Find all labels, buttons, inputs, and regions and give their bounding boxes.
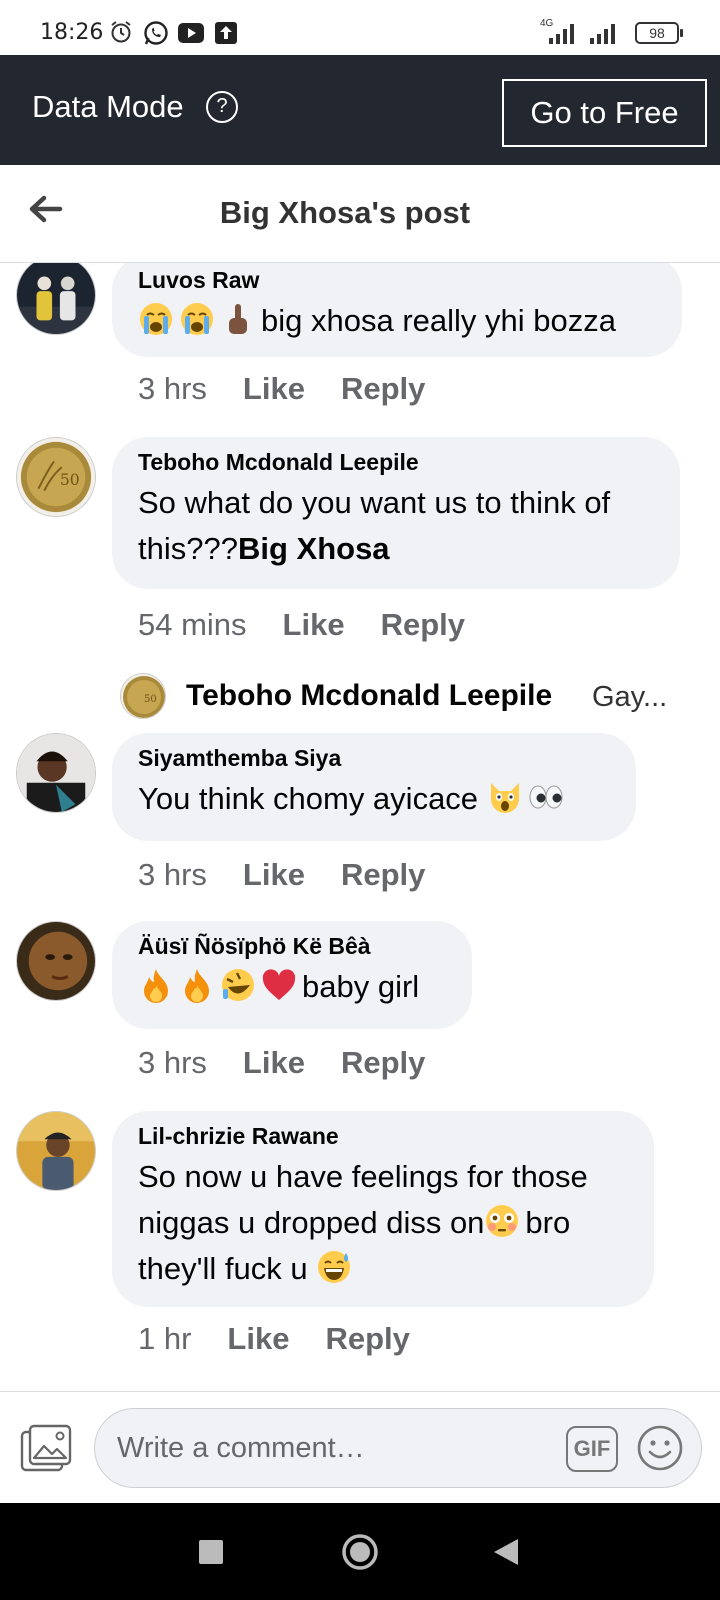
comment-meta: 1 hr Like Reply bbox=[138, 1321, 446, 1357]
eyes-emoji bbox=[529, 785, 563, 809]
comment-time: 54 mins bbox=[138, 607, 247, 642]
rolling-laughing-emoji bbox=[222, 969, 254, 1001]
avatar[interactable] bbox=[16, 733, 96, 813]
help-circle-icon[interactable]: ? bbox=[206, 91, 238, 123]
middle-finger-emoji bbox=[229, 304, 247, 334]
avatar[interactable] bbox=[16, 263, 96, 335]
signal-icon bbox=[549, 24, 574, 44]
photo-icon[interactable] bbox=[20, 1424, 74, 1474]
comment-author[interactable]: Siyamthemba Siya bbox=[138, 745, 610, 772]
comment-time: 3 hrs bbox=[138, 1045, 207, 1080]
data-mode-banner: Data Mode ? Go to Free bbox=[0, 55, 720, 165]
mention-link[interactable]: Big Xhosa bbox=[238, 531, 390, 566]
status-time: 18:26 bbox=[40, 20, 104, 45]
upload-icon bbox=[215, 22, 237, 44]
weary-cat-emoji bbox=[490, 783, 519, 813]
comment-author[interactable]: Luvos Raw bbox=[138, 267, 656, 294]
go-to-free-button[interactable]: Go to Free bbox=[502, 79, 707, 147]
reply-button[interactable]: Reply bbox=[381, 607, 465, 642]
reply-button[interactable]: Reply bbox=[325, 1321, 409, 1356]
comment-bubble[interactable]: Luvos Raw big xhosa really yhi bozza bbox=[112, 263, 682, 357]
page-title: Big Xhosa's post bbox=[219, 195, 471, 230]
alarm-icon bbox=[111, 21, 131, 43]
comment-text-body: baby girl bbox=[302, 969, 420, 1004]
youtube-icon bbox=[178, 23, 204, 43]
comment-text-line: So now u have feelings for those bbox=[138, 1159, 588, 1194]
comment-text: big xhosa really yhi bozza bbox=[138, 298, 656, 344]
comment-author[interactable]: Äüsï Ñösïphö Kë Bêà bbox=[138, 933, 446, 960]
data-mode-label: Data Mode bbox=[32, 89, 184, 124]
reply-button[interactable]: Reply bbox=[341, 1045, 425, 1080]
back-triangle-icon[interactable] bbox=[492, 1537, 520, 1567]
comments-feed[interactable]: Luvos Raw big xhosa really yhi bozza 3 h… bbox=[0, 263, 720, 1391]
reply-preview-row[interactable]: 50 Teboho Mcdonald Leepile Gay... bbox=[120, 673, 680, 723]
comment-bubble[interactable]: Äüsï Ñösïphö Kë Bêà baby girl bbox=[112, 921, 472, 1029]
comment-author[interactable]: Teboho Mcdonald Leepile bbox=[138, 449, 654, 476]
comment-time: 3 hrs bbox=[138, 371, 207, 406]
avatar[interactable]: 50 bbox=[16, 437, 96, 517]
avatar[interactable] bbox=[16, 921, 96, 1001]
grinning-sweat-emoji bbox=[318, 1251, 351, 1283]
fire-emoji bbox=[185, 969, 209, 1003]
comment-meta: 3 hrs Like Reply bbox=[138, 857, 461, 893]
recents-square-icon[interactable] bbox=[198, 1539, 224, 1565]
fire-emoji bbox=[144, 969, 168, 1003]
gif-button[interactable]: GIF bbox=[566, 1426, 618, 1472]
comment-time: 1 hr bbox=[138, 1321, 192, 1356]
comment-text-body: You think chomy ayicace bbox=[138, 781, 479, 816]
whatsapp-icon bbox=[144, 21, 168, 45]
comment-time: 3 hrs bbox=[138, 857, 207, 892]
comment-text-line: bro bbox=[525, 1205, 571, 1240]
comment-meta: 3 hrs Like Reply bbox=[138, 371, 461, 407]
like-button[interactable]: Like bbox=[283, 607, 345, 642]
comment-author[interactable]: Lil-chrizie Rawane bbox=[138, 1123, 628, 1150]
comment-bubble[interactable]: Lil-chrizie Rawane So now u have feeling… bbox=[112, 1111, 654, 1307]
comment-composer: GIF bbox=[0, 1391, 720, 1503]
comment-text-line: this??? bbox=[138, 531, 238, 566]
comment-text-line: So what do you want us to think of bbox=[138, 485, 611, 520]
home-circle-icon[interactable] bbox=[341, 1533, 379, 1571]
comment-text: So what do you want us to think of this?… bbox=[138, 480, 654, 572]
crying-face-emoji bbox=[181, 303, 213, 335]
battery-icon: 98 bbox=[635, 22, 683, 44]
like-button[interactable]: Like bbox=[243, 857, 305, 892]
red-heart-emoji bbox=[262, 969, 296, 1000]
post-header: Big Xhosa's post bbox=[0, 165, 720, 263]
like-button[interactable]: Like bbox=[227, 1321, 289, 1356]
smiley-icon[interactable] bbox=[636, 1424, 684, 1472]
comment-text-body: big xhosa really yhi bozza bbox=[261, 303, 616, 338]
reply-button[interactable]: Reply bbox=[341, 857, 425, 892]
like-button[interactable]: Like bbox=[243, 1045, 305, 1080]
comment-text: You think chomy ayicace bbox=[138, 776, 610, 822]
svg-text:50: 50 bbox=[60, 471, 80, 489]
comment-bubble[interactable]: Siyamthemba Siya You think chomy ayicace bbox=[112, 733, 636, 841]
status-bar: 18:26 4G 98 bbox=[0, 0, 720, 55]
reply-author: Teboho Mcdonald Leepile bbox=[186, 679, 553, 712]
crying-face-emoji bbox=[140, 303, 172, 335]
avatar[interactable] bbox=[16, 1111, 96, 1191]
comment-text-line: they'll fuck u bbox=[138, 1251, 308, 1286]
comment-bubble[interactable]: Teboho Mcdonald Leepile So what do you w… bbox=[112, 437, 680, 589]
system-nav-bar bbox=[0, 1503, 720, 1600]
like-button[interactable]: Like bbox=[243, 371, 305, 406]
reply-preview-text: Gay... bbox=[592, 681, 668, 713]
avatar: 50 bbox=[120, 673, 166, 719]
signal-icon bbox=[590, 24, 615, 44]
comment-text: baby girl bbox=[138, 964, 446, 1010]
flushed-face-emoji bbox=[486, 1205, 519, 1237]
svg-text:50: 50 bbox=[144, 694, 157, 705]
reply-button[interactable]: Reply bbox=[341, 371, 425, 406]
comment-text-line: niggas u dropped diss on bbox=[138, 1205, 485, 1240]
comment-text: So now u have feelings for those niggas … bbox=[138, 1154, 628, 1292]
comment-meta: 3 hrs Like Reply bbox=[138, 1045, 461, 1081]
comment-meta: 54 mins Like Reply bbox=[138, 607, 501, 643]
